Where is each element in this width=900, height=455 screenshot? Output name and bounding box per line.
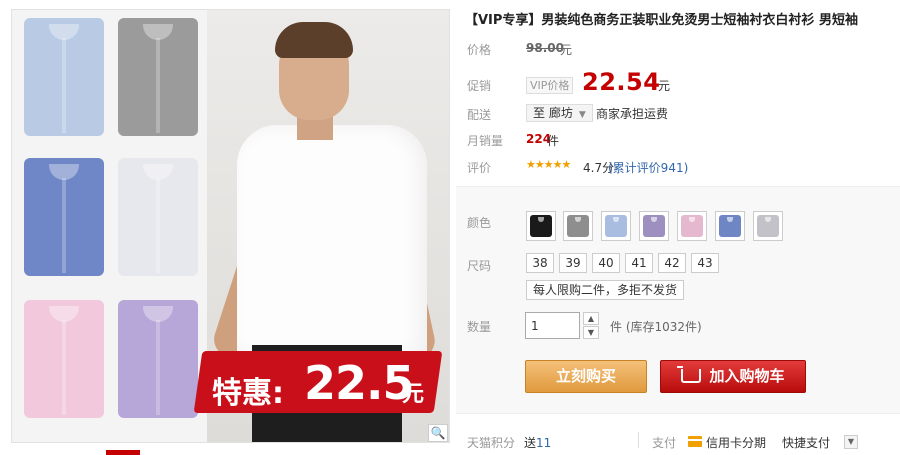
product-title: 【VIP专享】男装纯色商务正装职业免烫男士短袖衬衣白衬衫 男短袖 [465, 13, 858, 28]
promo-price-value: 22.54 [582, 68, 661, 96]
promo-unit: 元 [402, 382, 425, 407]
rating-label: 评价 [467, 161, 492, 175]
purchase-limit-note: 每人限购二件，多拒不发货 [526, 280, 685, 300]
payment-more-chevron-icon[interactable]: ▼ [844, 435, 858, 449]
shirt-thumbnail-gray [118, 18, 198, 136]
add-to-cart-button[interactable]: 加入购物车 [660, 360, 806, 393]
thumbnail-selected-indicator [106, 450, 140, 455]
promo-price: 22.5 [304, 356, 414, 410]
quantity-decrease-button[interactable]: ▼ [583, 326, 599, 339]
payment-label: 支付 [652, 436, 677, 450]
sales-label: 月销量 [467, 134, 504, 148]
review-count-link[interactable]: (累计评价941) [608, 159, 688, 176]
points-info: 送11 [524, 434, 551, 451]
buy-now-button[interactable]: 立刻购买 [525, 360, 647, 393]
size-option[interactable]: 42 [658, 253, 686, 273]
size-label: 尺码 [467, 259, 492, 273]
cart-icon [677, 366, 702, 383]
stock-info: 件 (库存1032件) [610, 320, 702, 334]
credit-card-installment[interactable]: 信用卡分期 [706, 434, 766, 451]
quick-pay[interactable]: 快捷支付 [782, 434, 830, 451]
size-option[interactable]: 40 [592, 253, 620, 273]
price-label: 价格 [467, 43, 492, 57]
color-swatch-silver[interactable] [753, 211, 783, 241]
promo-banner-text: 特惠: 22.5 元 [206, 356, 436, 412]
shirt-thumbnail-light-blue [24, 18, 104, 136]
size-option[interactable]: 39 [559, 253, 587, 273]
product-page: 特惠: 22.5 元 🔍 【VIP专享】男装纯色商务正装职业免烫男士短袖衬衣白衬… [0, 0, 900, 455]
color-label: 颜色 [467, 216, 492, 230]
credit-card-icon [688, 436, 702, 447]
quantity-increase-button[interactable]: ▲ [583, 312, 599, 325]
promo-price-unit: 元 [658, 79, 671, 93]
shirt-thumbnail-pink [24, 300, 104, 418]
zoom-icon[interactable]: 🔍 [428, 424, 448, 442]
color-swatch-pink[interactable] [677, 211, 707, 241]
points-prefix: 送 [524, 436, 537, 450]
quantity-input[interactable] [525, 312, 580, 339]
color-swatch-blue[interactable] [715, 211, 745, 241]
color-swatch-black[interactable] [526, 211, 556, 241]
original-price-unit: 元 [560, 43, 573, 57]
vip-price-tag: VIP价格 [526, 77, 574, 94]
chevron-down-icon: ▼ [578, 110, 586, 120]
shipping-label: 配送 [467, 108, 492, 122]
color-swatch-light-blue[interactable] [601, 211, 631, 241]
promo-label: 特惠: [212, 376, 284, 411]
quantity-label: 数量 [467, 320, 492, 334]
shirt-thumbnail-blue [24, 158, 104, 276]
size-option[interactable]: 43 [691, 253, 719, 273]
shirt-thumbnail-white [118, 158, 198, 276]
color-swatch-gray[interactable] [563, 211, 593, 241]
size-option[interactable]: 41 [625, 253, 653, 273]
footer-divider [638, 432, 639, 448]
sales-unit: 件 [547, 134, 560, 148]
shipping-note: 商家承担运费 [596, 107, 669, 121]
original-price: 98.00 [526, 41, 564, 55]
points-label: 天猫积分 [467, 436, 516, 450]
color-swatch-purple[interactable] [639, 211, 669, 241]
product-main-image[interactable]: 特惠: 22.5 元 [11, 9, 450, 443]
shipping-destination-select[interactable]: 至 廊坊 ▼ [526, 104, 593, 122]
promo-row-label: 促销 [467, 79, 492, 93]
size-option[interactable]: 38 [526, 253, 554, 273]
shipping-destination: 至 廊坊 [533, 106, 573, 120]
add-to-cart-label: 加入购物车 [709, 367, 785, 385]
shirt-thumbnail-purple [118, 300, 198, 418]
points-value: 11 [536, 436, 552, 450]
rating-stars-icon: ★★★★★ [526, 158, 571, 171]
